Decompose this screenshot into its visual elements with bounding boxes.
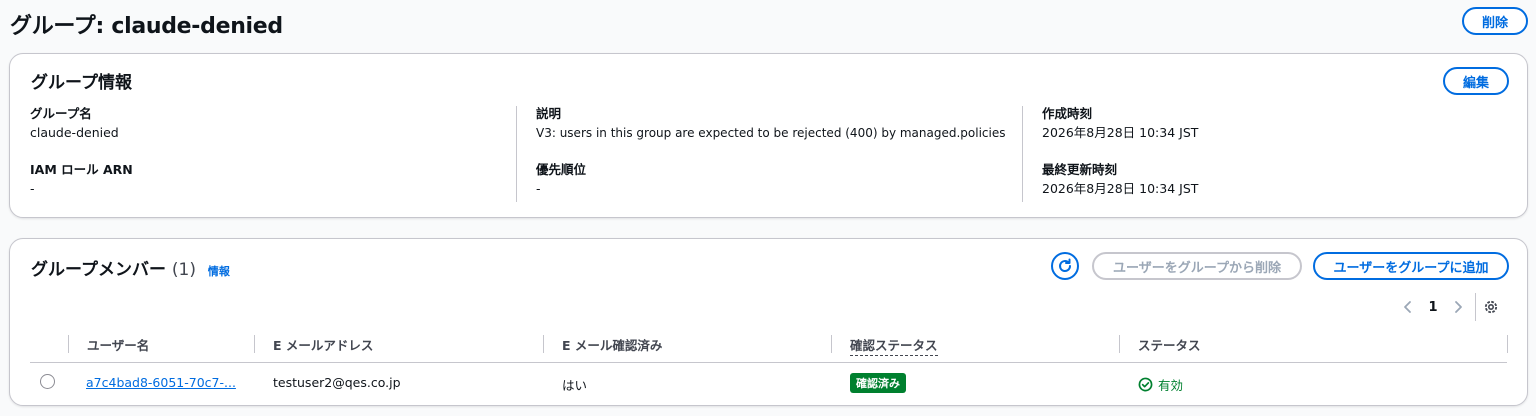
member-count: (1)	[171, 260, 196, 280]
priority-label: 優先順位	[536, 162, 587, 177]
chevron-left-icon	[1404, 301, 1411, 313]
page-number[interactable]: 1	[1418, 300, 1448, 315]
delete-button[interactable]: 削除	[1462, 7, 1528, 35]
email-verified-cell: はい	[562, 378, 588, 393]
description-value: V3: users in this group are expected to …	[536, 126, 1006, 140]
updated-time-label: 最終更新時刻	[1042, 162, 1118, 177]
pagination: 1	[1398, 293, 1528, 321]
row-select-radio[interactable]	[40, 374, 55, 389]
group-members-title: グループメンバー	[31, 260, 166, 280]
refresh-icon	[1059, 258, 1072, 272]
confirmation-status-cell: 確認済み	[850, 373, 906, 393]
confirmation-status-badge: 確認済み	[850, 373, 906, 393]
status-label: 有効	[1158, 378, 1184, 393]
info-column-3: 作成時刻 2026年8月28日 10:34 JST 最終更新時刻 2026年8月…	[1022, 106, 1422, 202]
column-header-status[interactable]: ステータス	[1119, 335, 1508, 353]
iam-role-arn-value: -	[30, 181, 35, 196]
updated-time-value: 2026年8月28日 10:34 JST	[1042, 181, 1199, 196]
email-cell: testuser2@qes.co.jp	[273, 375, 401, 390]
iam-role-arn-label: IAM ロール ARN	[30, 162, 133, 177]
info-link[interactable]: 情報	[208, 265, 230, 278]
status-cell: 有効	[1138, 375, 1183, 394]
group-name-label: グループ名	[30, 106, 92, 121]
column-header-username[interactable]: ユーザー名	[68, 335, 254, 353]
group-info-title: グループ情報	[31, 73, 132, 93]
description-label: 説明	[536, 106, 562, 121]
column-header-email-verified[interactable]: E メール確認済み	[543, 335, 831, 353]
next-page-button[interactable]	[1448, 300, 1468, 314]
username-link[interactable]: a7c4bad8-6051-70c7-...	[86, 375, 236, 390]
column-header-confirmation-status[interactable]: 確認ステータス	[831, 335, 1119, 356]
group-members-card: グループメンバー (1) 情報 ユーザーをグループから削除 ユーザーをグループに…	[9, 238, 1528, 406]
remove-user-from-group-button[interactable]: ユーザーをグループから削除	[1092, 252, 1302, 280]
page-title: グループ: claude-denied	[10, 14, 283, 39]
chevron-right-icon	[1455, 301, 1462, 313]
previous-page-button[interactable]	[1398, 300, 1418, 314]
group-members-heading: グループメンバー (1) 情報	[31, 255, 230, 280]
header-divider	[30, 362, 1507, 363]
edit-button[interactable]: 編集	[1443, 67, 1509, 95]
created-time-value: 2026年8月28日 10:34 JST	[1042, 125, 1199, 140]
info-column-2: 説明 V3: users in this group are expected …	[516, 106, 1022, 202]
check-circle-icon	[1138, 377, 1153, 392]
column-header-email[interactable]: E メールアドレス	[254, 335, 543, 353]
priority-value: -	[536, 181, 541, 196]
group-name-value: claude-denied	[30, 125, 119, 140]
info-column-1: グループ名 claude-denied IAM ロール ARN -	[30, 106, 516, 202]
created-time-label: 作成時刻	[1042, 106, 1093, 121]
group-info-card: グループ情報 編集 グループ名 claude-denied IAM ロール AR…	[9, 53, 1528, 218]
preferences-button[interactable]	[1476, 299, 1506, 315]
refresh-button[interactable]	[1051, 252, 1079, 280]
add-user-to-group-button[interactable]: ユーザーをグループに追加	[1313, 252, 1509, 280]
gear-icon	[1484, 300, 1498, 314]
